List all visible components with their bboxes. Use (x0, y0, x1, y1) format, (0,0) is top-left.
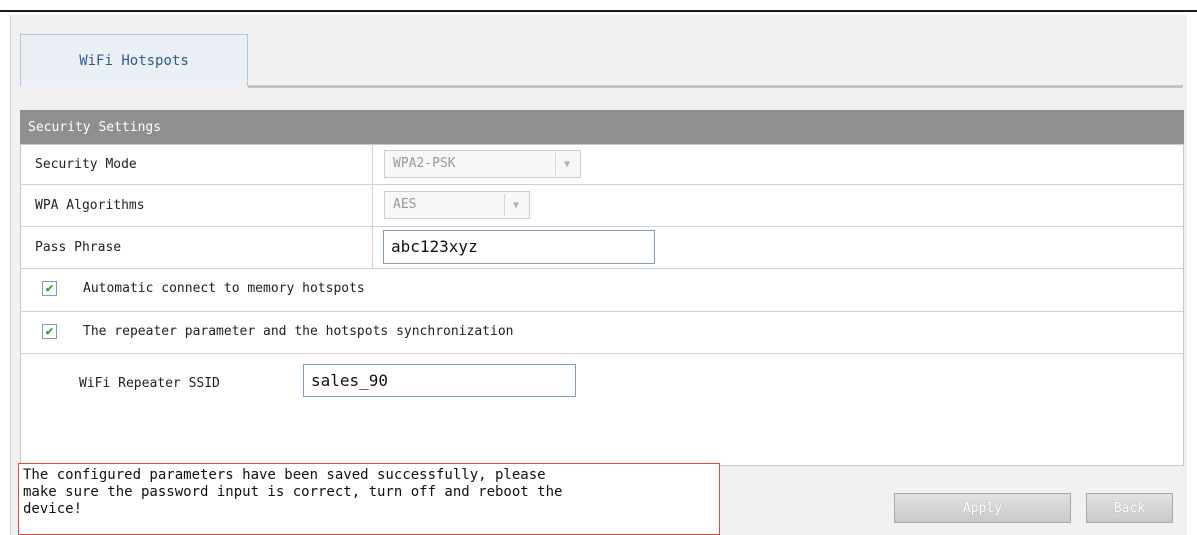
row-security-mode: Security Mode WPA2-PSK ▼ (21, 145, 1183, 185)
checkmark-icon: ✔ (45, 281, 54, 296)
wpa-algorithms-value: AES (393, 197, 417, 212)
column-divider (372, 185, 373, 226)
row-pass-phrase: Pass Phrase abc123xyz (21, 227, 1183, 269)
repeater-ssid-label: WiFi Repeater SSID (79, 376, 220, 391)
repeater-sync-label: The repeater parameter and the hotspots … (83, 324, 514, 339)
pass-phrase-input[interactable]: abc123xyz (383, 230, 655, 264)
section-header: Security Settings (20, 110, 1184, 144)
column-divider (372, 145, 373, 184)
status-line: device! (23, 501, 83, 517)
status-line: The configured parameters have been save… (23, 467, 546, 483)
status-line: make sure the password input is correct,… (23, 484, 563, 500)
checkmark-icon: ✔ (45, 324, 54, 339)
status-message: The configured parameters have been save… (18, 463, 720, 535)
chevron-down-icon: ▼ (504, 194, 527, 216)
row-repeater-sync: ✔ The repeater parameter and the hotspot… (21, 312, 1183, 354)
auto-connect-label: Automatic connect to memory hotspots (83, 281, 365, 296)
wpa-algorithms-select[interactable]: AES ▼ (384, 191, 530, 219)
section-title: Security Settings (28, 119, 162, 135)
auto-connect-checkbox[interactable]: ✔ (42, 281, 57, 296)
column-divider (372, 227, 373, 268)
top-divider (0, 10, 1197, 12)
security-mode-label: Security Mode (35, 157, 137, 172)
pass-phrase-label: Pass Phrase (35, 240, 122, 255)
row-wpa-algorithms: WPA Algorithms AES ▼ (21, 185, 1183, 227)
tab-underline (248, 85, 1183, 88)
row-auto-connect: ✔ Automatic connect to memory hotspots (21, 269, 1183, 312)
repeater-ssid-input[interactable]: sales_90 (303, 364, 576, 397)
tab-label: WiFi Hotspots (79, 52, 189, 69)
apply-button[interactable]: Apply (894, 493, 1071, 523)
chevron-down-icon: ▼ (555, 153, 578, 175)
repeater-sync-checkbox[interactable]: ✔ (42, 324, 57, 339)
security-mode-select[interactable]: WPA2-PSK ▼ (384, 150, 581, 178)
security-form: Security Mode WPA2-PSK ▼ WPA Algorithms … (20, 144, 1184, 466)
tab-wifi-hotspots[interactable]: WiFi Hotspots (20, 34, 248, 86)
security-mode-value: WPA2-PSK (393, 156, 456, 171)
back-button[interactable]: Back (1086, 493, 1173, 523)
row-repeater-ssid: WiFi Repeater SSID sales_90 (21, 354, 1183, 400)
wpa-algorithms-label: WPA Algorithms (35, 198, 145, 213)
